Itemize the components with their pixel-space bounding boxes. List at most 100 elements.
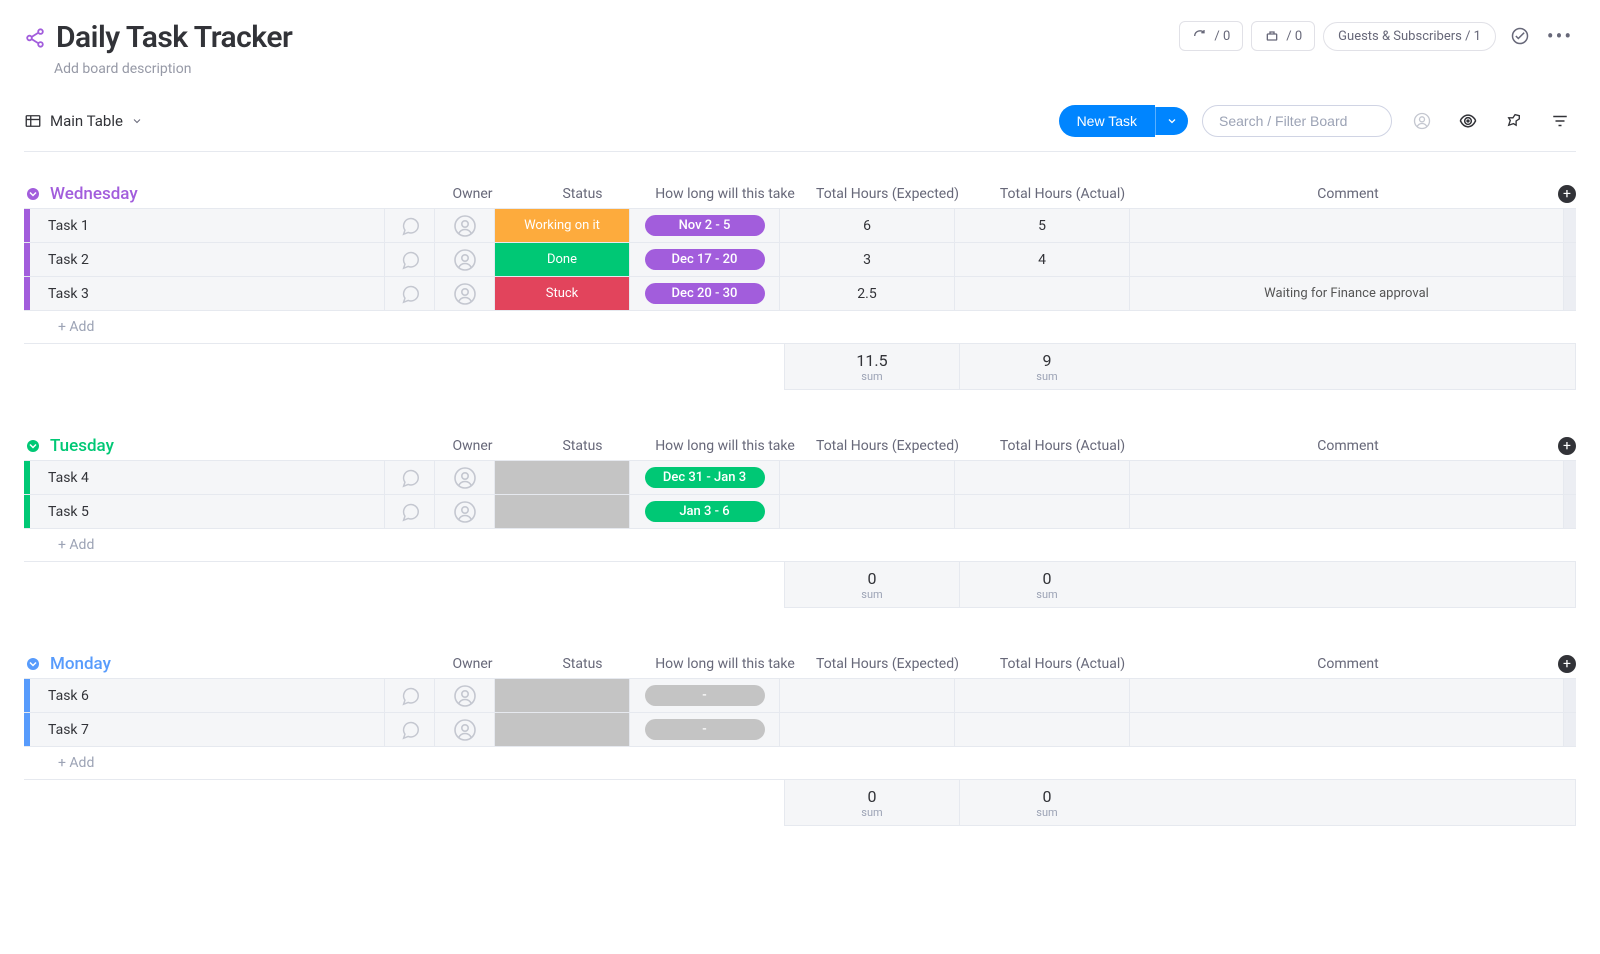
view-selector[interactable]: Main Table (24, 112, 143, 130)
expected-cell[interactable]: 3 (780, 243, 955, 276)
chat-icon[interactable] (385, 679, 435, 712)
status-cell[interactable]: Stuck (495, 277, 630, 310)
table-row[interactable]: Task 3StuckDec 20 - 302.5Waiting for Fin… (24, 276, 1576, 310)
add-row[interactable]: + Add (24, 746, 1576, 780)
col-owner[interactable]: Owner (430, 186, 515, 202)
timeline-cell[interactable]: Dec 17 - 20 (630, 243, 780, 276)
col-howlong[interactable]: How long will this take (650, 438, 800, 454)
owner-cell[interactable] (435, 209, 495, 242)
comment-cell[interactable] (1130, 461, 1564, 494)
integrations-button[interactable]: / 0 (1251, 21, 1315, 51)
comment-cell[interactable] (1130, 679, 1564, 712)
expected-cell[interactable] (780, 679, 955, 712)
col-expected[interactable]: Total Hours (Expected) (800, 656, 975, 672)
col-status[interactable]: Status (515, 656, 650, 672)
automations-button[interactable]: / 0 (1179, 21, 1243, 51)
collapse-icon[interactable] (24, 185, 42, 203)
comment-cell[interactable] (1130, 209, 1564, 242)
col-comment[interactable]: Comment (1150, 656, 1546, 672)
task-name[interactable]: Task 7 (30, 713, 385, 746)
actual-cell[interactable] (955, 461, 1130, 494)
col-status[interactable]: Status (515, 186, 650, 202)
person-filter-icon[interactable] (1406, 105, 1438, 137)
expected-cell[interactable]: 6 (780, 209, 955, 242)
table-row[interactable]: Task 1 Working on itNov 2 - 565 (24, 208, 1576, 242)
add-column-button[interactable]: + (1558, 437, 1576, 455)
chat-icon[interactable] (385, 713, 435, 746)
owner-cell[interactable] (435, 277, 495, 310)
timeline-cell[interactable]: Dec 20 - 30 (630, 277, 780, 310)
actual-cell[interactable] (955, 495, 1130, 528)
comment-cell[interactable]: Waiting for Finance approval (1130, 277, 1564, 310)
chat-icon[interactable] (385, 461, 435, 494)
add-row[interactable]: + Add (24, 310, 1576, 344)
task-name[interactable]: Task 2 (30, 243, 385, 276)
col-actual[interactable]: Total Hours (Actual) (975, 656, 1150, 672)
comment-cell[interactable] (1130, 495, 1564, 528)
expected-cell[interactable] (780, 713, 955, 746)
collapse-icon[interactable] (24, 437, 42, 455)
activity-icon[interactable] (1504, 20, 1536, 52)
expected-cell[interactable]: 2.5 (780, 277, 955, 310)
col-owner[interactable]: Owner (430, 656, 515, 672)
actual-cell[interactable]: 5 (955, 209, 1130, 242)
group-name[interactable]: Wednesday (50, 184, 430, 204)
status-cell[interactable]: Working on it (495, 209, 630, 242)
search-input[interactable] (1202, 105, 1392, 137)
col-comment[interactable]: Comment (1150, 186, 1546, 202)
board-title[interactable]: Daily Task Tracker (56, 20, 292, 55)
more-menu-icon[interactable]: ••• (1544, 20, 1576, 52)
add-column-button[interactable]: + (1558, 655, 1576, 673)
owner-cell[interactable] (435, 495, 495, 528)
status-cell[interactable] (495, 495, 630, 528)
group-name[interactable]: Tuesday (50, 436, 430, 456)
col-status[interactable]: Status (515, 438, 650, 454)
status-cell[interactable] (495, 461, 630, 494)
table-row[interactable]: Task 2DoneDec 17 - 2034 (24, 242, 1576, 276)
table-row[interactable]: Task 7 - (24, 712, 1576, 746)
expected-cell[interactable] (780, 461, 955, 494)
col-comment[interactable]: Comment (1150, 438, 1546, 454)
board-description[interactable]: Add board description (54, 61, 292, 77)
status-cell[interactable] (495, 713, 630, 746)
filter-icon[interactable] (1544, 105, 1576, 137)
table-row[interactable]: Task 6- (24, 678, 1576, 712)
actual-cell[interactable] (955, 679, 1130, 712)
task-name[interactable]: Task 4 (30, 461, 385, 494)
comment-cell[interactable] (1130, 243, 1564, 276)
col-actual[interactable]: Total Hours (Actual) (975, 438, 1150, 454)
timeline-cell[interactable]: Jan 3 - 6 (630, 495, 780, 528)
add-column-button[interactable]: + (1558, 185, 1576, 203)
hide-icon[interactable] (1452, 105, 1484, 137)
col-owner[interactable]: Owner (430, 438, 515, 454)
collapse-icon[interactable] (24, 655, 42, 673)
col-howlong[interactable]: How long will this take (650, 186, 800, 202)
expected-cell[interactable] (780, 495, 955, 528)
add-row[interactable]: + Add (24, 528, 1576, 562)
group-name[interactable]: Monday (50, 654, 430, 674)
status-cell[interactable] (495, 679, 630, 712)
owner-cell[interactable] (435, 679, 495, 712)
table-row[interactable]: Task 5 Jan 3 - 6 (24, 494, 1576, 528)
timeline-cell[interactable]: - (630, 713, 780, 746)
task-name[interactable]: Task 1 (30, 209, 385, 242)
chat-icon[interactable] (385, 495, 435, 528)
owner-cell[interactable] (435, 461, 495, 494)
col-expected[interactable]: Total Hours (Expected) (800, 438, 975, 454)
status-cell[interactable]: Done (495, 243, 630, 276)
owner-cell[interactable] (435, 713, 495, 746)
timeline-cell[interactable]: Dec 31 - Jan 3 (630, 461, 780, 494)
new-task-button[interactable]: New Task (1059, 105, 1155, 137)
timeline-cell[interactable]: - (630, 679, 780, 712)
pin-icon[interactable] (1498, 105, 1530, 137)
comment-cell[interactable] (1130, 713, 1564, 746)
col-howlong[interactable]: How long will this take (650, 656, 800, 672)
task-name[interactable]: Task 5 (30, 495, 385, 528)
table-row[interactable]: Task 4 Dec 31 - Jan 3 (24, 460, 1576, 494)
owner-cell[interactable] (435, 243, 495, 276)
share-icon[interactable] (24, 27, 46, 49)
timeline-cell[interactable]: Nov 2 - 5 (630, 209, 780, 242)
actual-cell[interactable] (955, 713, 1130, 746)
chat-icon[interactable] (385, 243, 435, 276)
chat-icon[interactable] (385, 277, 435, 310)
